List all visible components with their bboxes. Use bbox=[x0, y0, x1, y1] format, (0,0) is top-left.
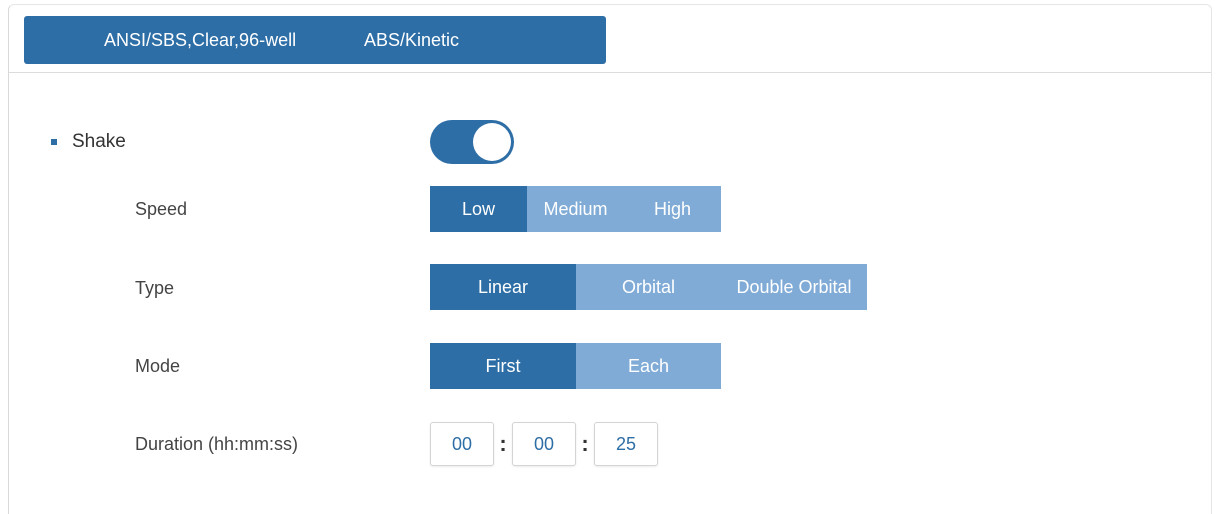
header-divider bbox=[9, 72, 1211, 73]
mode-option-each[interactable]: Each bbox=[576, 343, 721, 389]
shake-section-title: Shake bbox=[72, 131, 126, 152]
duration-label: Duration (hh:mm:ss) bbox=[135, 434, 299, 454]
speed-option-low[interactable]: Low bbox=[430, 186, 527, 232]
mode-selector: First Each bbox=[430, 343, 721, 389]
duration-hours-input[interactable]: 00 bbox=[430, 422, 494, 466]
duration-input-group: 00 : 00 : 25 bbox=[430, 422, 658, 466]
type-selector: Linear Orbital Double Orbital bbox=[430, 264, 867, 310]
plate-info-bar: ANSI/SBS,Clear,96-well ABS/Kinetic bbox=[24, 16, 606, 64]
type-option-linear[interactable]: Linear bbox=[430, 264, 576, 310]
type-label: Type bbox=[135, 278, 175, 298]
toggle-knob bbox=[473, 123, 511, 161]
time-separator: : bbox=[499, 431, 507, 456]
speed-option-medium[interactable]: Medium bbox=[527, 186, 624, 232]
mode-option-first[interactable]: First bbox=[430, 343, 576, 389]
mode-label: Mode bbox=[135, 356, 181, 376]
duration-seconds-input[interactable]: 25 bbox=[594, 422, 658, 466]
type-option-orbital[interactable]: Orbital bbox=[576, 264, 721, 310]
plate-type-label: ANSI/SBS,Clear,96-well bbox=[104, 29, 297, 50]
section-bullet-icon bbox=[51, 139, 57, 145]
speed-selector: Low Medium High bbox=[430, 186, 721, 232]
type-option-double-orbital[interactable]: Double Orbital bbox=[721, 264, 867, 310]
read-mode-label: ABS/Kinetic bbox=[364, 29, 460, 50]
speed-label: Speed bbox=[135, 199, 188, 219]
duration-minutes-input[interactable]: 00 bbox=[512, 422, 576, 466]
time-separator: : bbox=[581, 431, 589, 456]
shake-toggle[interactable] bbox=[430, 120, 514, 164]
speed-option-high[interactable]: High bbox=[624, 186, 721, 232]
